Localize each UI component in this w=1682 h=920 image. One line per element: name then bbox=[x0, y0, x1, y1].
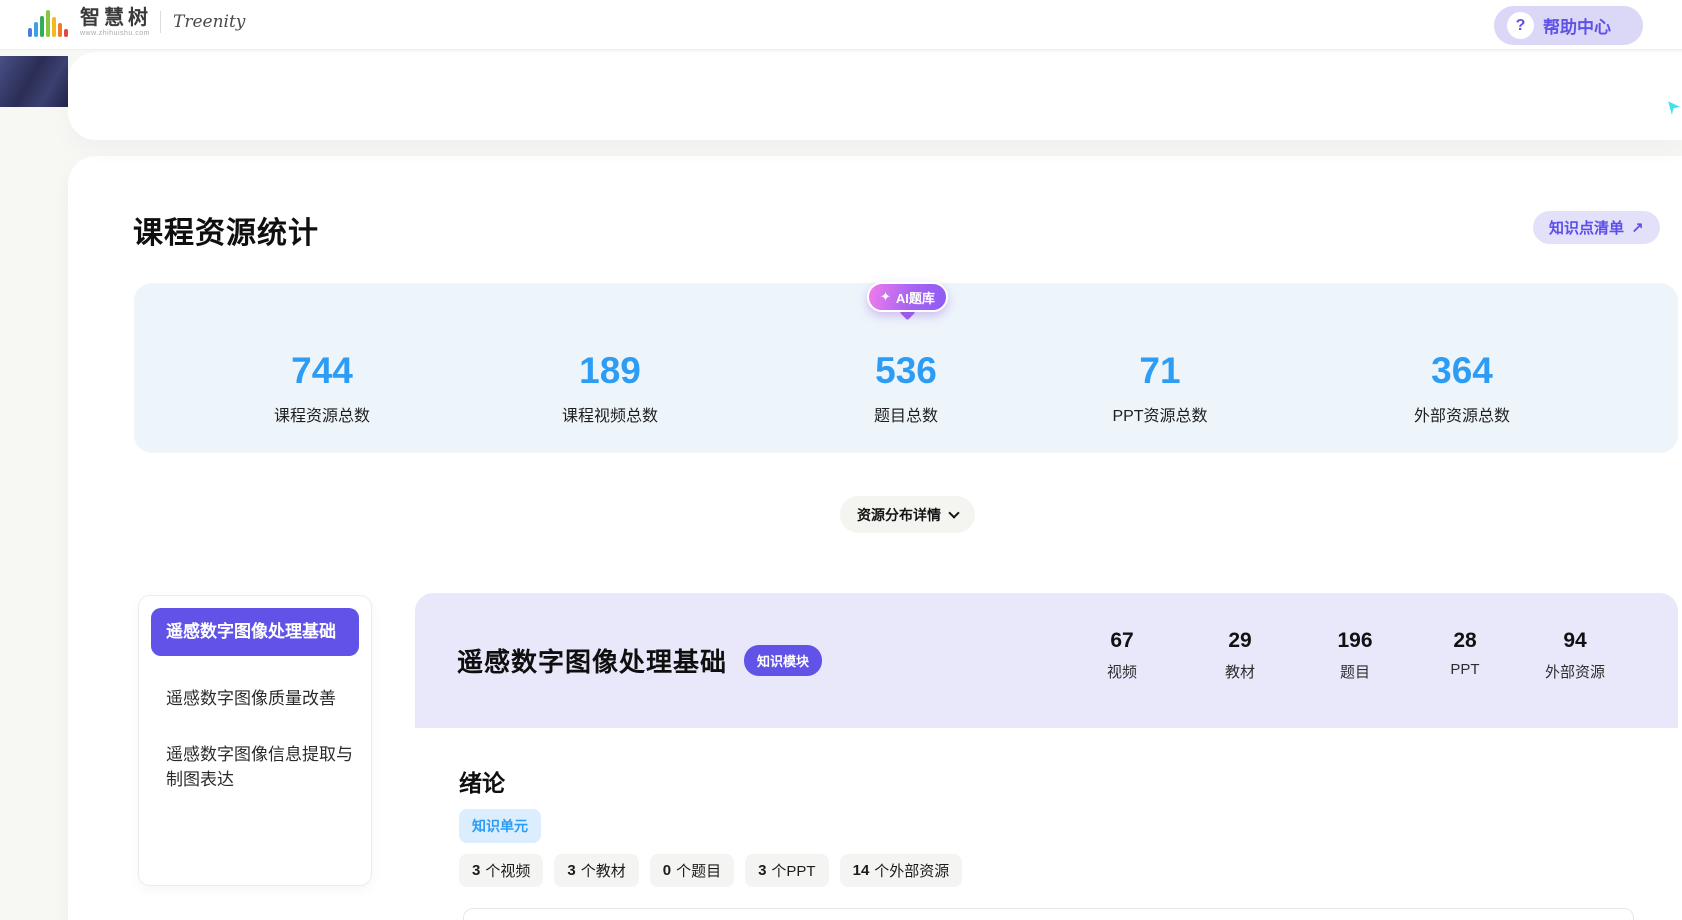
stat-label: 题目 bbox=[1337, 661, 1372, 682]
summary-stat-total-ppt: 71 PPT资源总数 bbox=[1112, 352, 1207, 426]
chip-questions: 0 个题目 bbox=[650, 854, 734, 887]
stat-value: 744 bbox=[274, 352, 370, 389]
ai-badge-label: AI题库 bbox=[896, 288, 935, 307]
stat-value: 29 bbox=[1225, 630, 1255, 651]
page: 智慧树 www.zhihuishu.com Treenity ? 帮助中心 课程… bbox=[0, 0, 1682, 920]
unit-resource-chips: 3 个视频 3 个教材 0 个题目 3 个PPT 14 个外部资源 bbox=[459, 854, 962, 887]
stat-value: 189 bbox=[562, 352, 658, 389]
module-stat-external: 94 外部资源 bbox=[1545, 630, 1605, 682]
stat-label: 题目总数 bbox=[874, 402, 938, 426]
stat-label: 教材 bbox=[1225, 661, 1255, 682]
brand-divider bbox=[160, 11, 161, 33]
resource-distribution-toggle[interactable]: 资源分布详情 bbox=[840, 496, 975, 533]
arrow-up-right-icon: ↗ bbox=[1631, 219, 1644, 237]
knowledge-point-list-button[interactable]: 知识点清单 ↗ bbox=[1533, 211, 1660, 244]
stat-label: 课程资源总数 bbox=[274, 402, 370, 426]
brand-url: www.zhihuishu.com bbox=[80, 30, 152, 37]
stat-value: 67 bbox=[1107, 630, 1137, 651]
help-center-label: 帮助中心 bbox=[1543, 13, 1611, 38]
top-header: 智慧树 www.zhihuishu.com Treenity ? 帮助中心 bbox=[0, 0, 1682, 50]
nav-bar: 课程概述 课程设计 知识关系 课程图谱 问题图谱 能力图谱 教学资源 bbox=[68, 52, 1682, 140]
stat-value: 536 bbox=[874, 352, 938, 389]
sidebar-item-remote-sensing-basics[interactable]: 遥感数字图像处理基础 bbox=[151, 608, 359, 656]
cursor-icon bbox=[1666, 100, 1682, 120]
module-sidebar: 遥感数字图像处理基础 遥感数字图像质量改善 遥感数字图像信息提取与制图表达 bbox=[138, 595, 372, 886]
chevron-down-icon bbox=[948, 507, 959, 518]
stat-value: 94 bbox=[1545, 630, 1605, 651]
stat-value: 364 bbox=[1414, 352, 1510, 389]
stat-value: 28 bbox=[1450, 630, 1479, 651]
module-stat-questions: 196 题目 bbox=[1337, 630, 1372, 682]
module-stat-videos: 67 视频 bbox=[1107, 630, 1137, 682]
module-stat-textbooks: 29 教材 bbox=[1225, 630, 1255, 682]
module-header-panel: 遥感数字图像处理基础 知识模块 67 视频 29 教材 196 题目 28 PP… bbox=[415, 593, 1678, 728]
chip-external: 14 个外部资源 bbox=[840, 854, 963, 887]
chip-ppt: 3 个PPT bbox=[745, 854, 829, 887]
brand-name-cn: 智慧树 bbox=[80, 8, 152, 28]
page-title: 课程资源统计 bbox=[133, 208, 319, 252]
chip-textbooks: 3 个教材 bbox=[554, 854, 638, 887]
resource-distribution-label: 资源分布详情 bbox=[857, 505, 941, 525]
banner-image-fragment bbox=[0, 56, 68, 107]
stat-value: 71 bbox=[1112, 352, 1207, 389]
knowledge-unit-badge: 知识单元 bbox=[459, 809, 541, 843]
sparkle-icon: ✦ bbox=[880, 289, 891, 305]
summary-stats-panel: 744 课程资源总数 189 课程视频总数 536 题目总数 71 PPT资源总… bbox=[134, 283, 1678, 453]
stat-label: 视频 bbox=[1107, 661, 1137, 682]
sidebar-item-info-extraction-mapping[interactable]: 遥感数字图像信息提取与制图表达 bbox=[139, 742, 371, 793]
summary-stat-total-videos: 189 课程视频总数 bbox=[562, 352, 658, 426]
summary-stat-total-resources: 744 课程资源总数 bbox=[274, 352, 370, 426]
question-icon: ? bbox=[1507, 12, 1534, 39]
stat-label: 课程视频总数 bbox=[562, 402, 658, 426]
help-center-button[interactable]: ? 帮助中心 bbox=[1494, 6, 1643, 45]
summary-stat-total-questions: 536 题目总数 bbox=[874, 352, 938, 426]
module-title: 遥感数字图像处理基础 bbox=[457, 642, 727, 679]
unit-title: 绪论 bbox=[459, 764, 505, 798]
stat-value: 196 bbox=[1337, 630, 1372, 651]
stat-label: 外部资源总数 bbox=[1414, 402, 1510, 426]
knowledge-point-list-label: 知识点清单 bbox=[1549, 217, 1624, 238]
module-stat-ppt: 28 PPT bbox=[1450, 630, 1479, 678]
sidebar-item-image-quality-improvement[interactable]: 遥感数字图像质量改善 bbox=[139, 686, 371, 712]
stat-label: 外部资源 bbox=[1545, 661, 1605, 682]
logo-bars-icon bbox=[28, 7, 68, 37]
brand-name-en: Treenity bbox=[173, 12, 245, 32]
summary-stat-total-external: 364 外部资源总数 bbox=[1414, 352, 1510, 426]
ai-question-bank-badge: ✦ AI题库 bbox=[867, 282, 948, 312]
brand-logo[interactable]: 智慧树 www.zhihuishu.com Treenity bbox=[28, 7, 245, 37]
unit-content-card bbox=[463, 908, 1634, 920]
knowledge-module-badge: 知识模块 bbox=[744, 645, 822, 676]
stat-label: PPT资源总数 bbox=[1112, 402, 1207, 426]
chip-videos: 3 个视频 bbox=[459, 854, 543, 887]
stat-label: PPT bbox=[1450, 661, 1479, 678]
